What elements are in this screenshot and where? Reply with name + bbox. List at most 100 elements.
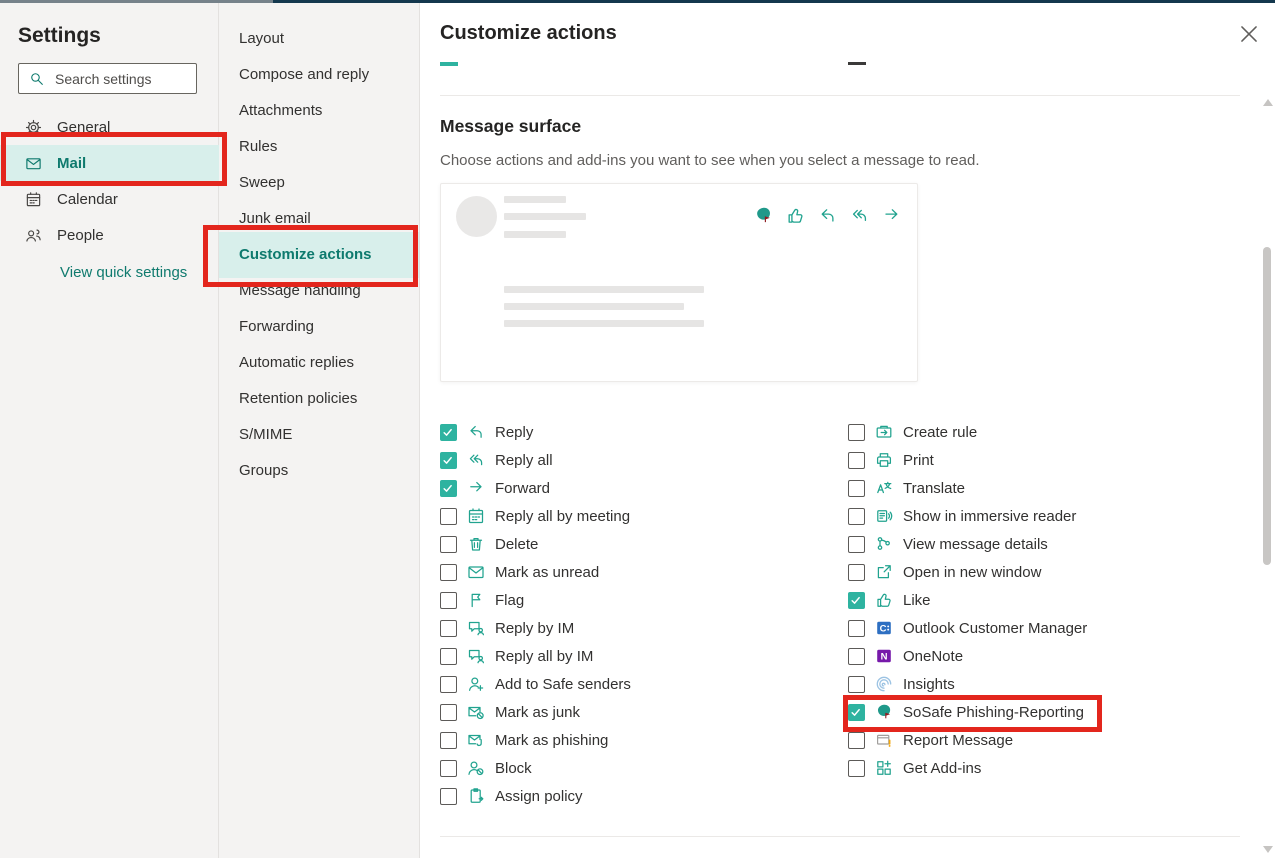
action-row-assign-policy: Assign policy: [440, 782, 631, 810]
action-row-mark-as-phishing: Mark as phishing: [440, 726, 631, 754]
checkbox-report-message[interactable]: [848, 732, 865, 749]
checkbox-add-to-safe-senders[interactable]: [440, 676, 457, 693]
get-addins-icon: [875, 759, 893, 777]
sidebar-item-mail[interactable]: Mail: [0, 145, 219, 181]
checkbox-onenote[interactable]: [848, 648, 865, 665]
nav-item-groups[interactable]: Groups: [219, 453, 419, 489]
checkbox-reply-all-by-im[interactable]: [440, 648, 457, 665]
action-label: Assign policy: [495, 788, 583, 805]
checkbox-reply-all-by-meeting[interactable]: [440, 508, 457, 525]
action-row-reply: Reply: [440, 418, 631, 446]
action-row-forward: Forward: [440, 474, 631, 502]
action-label: Reply by IM: [495, 620, 574, 637]
nav-item-compose-and-reply[interactable]: Compose and reply: [219, 57, 419, 93]
nav-item-sweep[interactable]: Sweep: [219, 165, 419, 201]
search-input[interactable]: [53, 70, 187, 88]
nav-item-automatic-replies[interactable]: Automatic replies: [219, 345, 419, 381]
nav-item-attachments[interactable]: Attachments: [219, 93, 419, 129]
mail-icon: [467, 563, 485, 581]
action-row-get-add-ins: Get Add-ins: [848, 754, 1087, 782]
person-add-icon: [467, 675, 485, 693]
action-row-mark-as-unread: Mark as unread: [440, 558, 631, 586]
scrollbar-thumb[interactable]: [1263, 247, 1271, 565]
checkbox-forward[interactable]: [440, 480, 457, 497]
action-label: Mark as phishing: [495, 732, 608, 749]
reply-icon: [818, 206, 837, 225]
nav-item-customize-actions[interactable]: Customize actions: [219, 232, 419, 278]
skeleton-line: [504, 320, 704, 327]
calendar-icon: [25, 191, 42, 208]
search-settings-box[interactable]: [18, 63, 197, 94]
checkbox-create-rule[interactable]: [848, 424, 865, 441]
checkbox-print[interactable]: [848, 452, 865, 469]
sosafe-icon: [754, 206, 773, 225]
checkbox-like[interactable]: [848, 592, 865, 609]
view-quick-settings-link[interactable]: View quick settings: [60, 264, 187, 281]
checkbox-open-in-new-window[interactable]: [848, 564, 865, 581]
action-label: Insights: [903, 676, 955, 693]
reply-all-icon: [467, 451, 485, 469]
action-label: Mark as unread: [495, 564, 599, 581]
action-row-view-message-details: View message details: [848, 530, 1087, 558]
insights-icon: [875, 675, 893, 693]
checkbox-mark-as-junk[interactable]: [440, 704, 457, 721]
nav-item-rules[interactable]: Rules: [219, 129, 419, 165]
action-label: Reply all by IM: [495, 648, 593, 665]
action-row-flag: Flag: [440, 586, 631, 614]
checkbox-show-in-immersive-reader[interactable]: [848, 508, 865, 525]
checkbox-mark-as-unread[interactable]: [440, 564, 457, 581]
checkbox-block[interactable]: [440, 760, 457, 777]
action-row-like: Like: [848, 586, 1087, 614]
message-surface-heading: Message surface: [440, 116, 581, 137]
close-button[interactable]: [1240, 25, 1258, 43]
skeleton-line: [504, 213, 586, 220]
checkbox-reply-by-im[interactable]: [440, 620, 457, 637]
action-row-reply-all-by-meeting: Reply all by meeting: [440, 502, 631, 530]
calendar-icon: [467, 507, 485, 525]
people-icon: [25, 227, 42, 244]
checkbox-mark-as-phishing[interactable]: [440, 732, 457, 749]
action-label: Block: [495, 760, 532, 777]
close-icon: [1240, 25, 1258, 43]
checkbox-outlook-customer-manager[interactable]: [848, 620, 865, 637]
checkbox-delete[interactable]: [440, 536, 457, 553]
sidebar-item-people[interactable]: People: [0, 217, 219, 253]
checkbox-flag[interactable]: [440, 592, 457, 609]
checkbox-reply-all[interactable]: [440, 452, 457, 469]
checkbox-assign-policy[interactable]: [440, 788, 457, 805]
nav-item-retention-policies[interactable]: Retention policies: [219, 381, 419, 417]
nav-item-forwarding[interactable]: Forwarding: [219, 309, 419, 345]
checkbox-get-add-ins[interactable]: [848, 760, 865, 777]
person-block-icon: [467, 759, 485, 777]
sidebar-item-general[interactable]: General: [0, 109, 219, 145]
search-icon: [29, 71, 45, 87]
checkbox-sosafe-phishing-reporting[interactable]: [848, 704, 865, 721]
nav-item-s-mime[interactable]: S/MIME: [219, 417, 419, 453]
action-label: Report Message: [903, 732, 1013, 749]
checkbox-insights[interactable]: [848, 676, 865, 693]
action-row-add-to-safe-senders: Add to Safe senders: [440, 670, 631, 698]
forward-icon: [467, 479, 485, 497]
nav-item-layout[interactable]: Layout: [219, 21, 419, 57]
open-new-window-icon: [875, 563, 893, 581]
sidebar-item-list: GeneralMailCalendarPeople: [0, 109, 219, 253]
scrollbar-up-button[interactable]: [1263, 99, 1273, 106]
im-icon: [467, 647, 485, 665]
ocm-icon: C: [875, 619, 893, 637]
reply-all-icon: [850, 206, 869, 225]
checkbox-translate[interactable]: [848, 480, 865, 497]
sidebar-item-calendar[interactable]: Calendar: [0, 181, 219, 217]
scrollbar-down-button[interactable]: [1263, 846, 1273, 853]
panel-title: Customize actions: [440, 22, 617, 45]
action-label: Open in new window: [903, 564, 1041, 581]
checkbox-view-message-details[interactable]: [848, 536, 865, 553]
nav-item-message-handling[interactable]: Message handling: [219, 273, 419, 309]
avatar: [456, 196, 497, 237]
action-label: Forward: [495, 480, 550, 497]
action-list-left: ReplyReply allForwardReply all by meetin…: [440, 418, 631, 810]
checkbox-reply[interactable]: [440, 424, 457, 441]
action-label: Mark as junk: [495, 704, 580, 721]
message-preview-card: [440, 183, 918, 382]
action-label: Translate: [903, 480, 965, 497]
action-label: Print: [903, 452, 934, 469]
